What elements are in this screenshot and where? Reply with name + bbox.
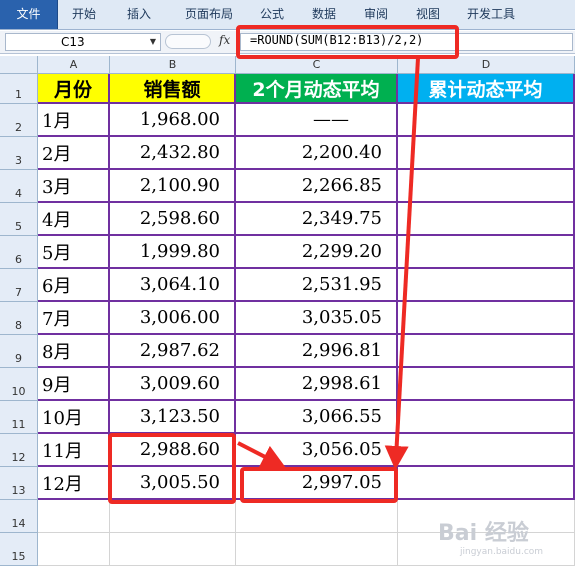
annotation-arrows [237, 57, 420, 470]
arrow-to-result [237, 441, 286, 468]
arrow-from-formula [384, 57, 420, 470]
